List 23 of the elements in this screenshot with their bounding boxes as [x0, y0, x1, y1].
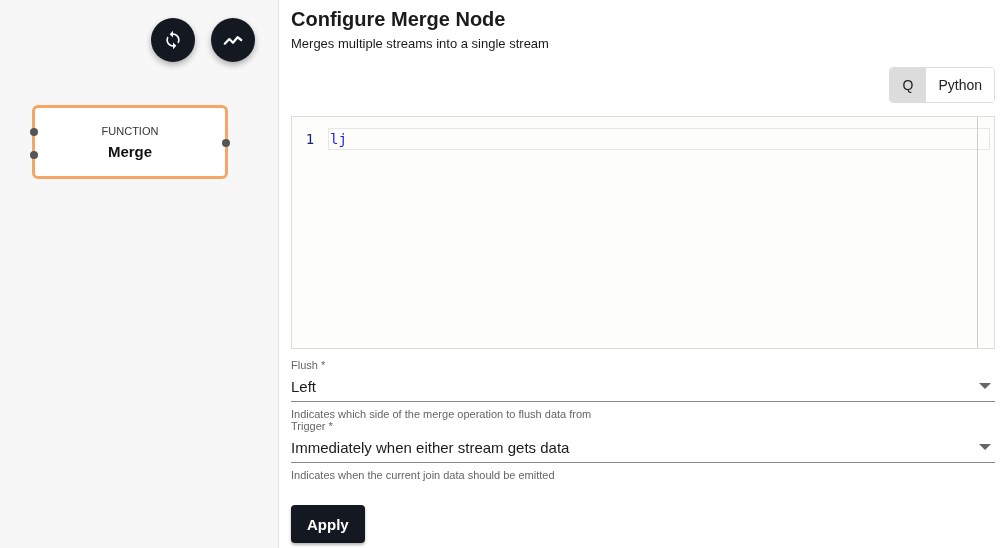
field-label: Trigger * — [291, 420, 334, 432]
helper-text: Indicates which side of the merge operation to flush data from — [291, 408, 593, 420]
line-number: 1 — [304, 131, 316, 147]
refresh-icon — [163, 30, 183, 50]
select-field[interactable]: Immediately when either stream gets data — [291, 432, 995, 463]
input-port[interactable] — [30, 128, 38, 136]
select-field[interactable]: Left — [291, 371, 995, 402]
language-toggle[interactable]: Q — [889, 68, 927, 102]
output-port[interactable] — [222, 139, 230, 147]
refresh-button[interactable] — [151, 18, 195, 62]
code-editor[interactable]: 1 lj — [291, 116, 995, 349]
chart-button[interactable] — [211, 18, 255, 62]
node-name: Merge — [107, 142, 153, 160]
helper-text: Indicates when the current join data should be emitted — [291, 469, 556, 481]
node-type: FUNCTION — [101, 124, 159, 137]
dropdown-caret-icon — [979, 383, 991, 389]
dropdown-caret-icon — [979, 444, 991, 450]
input-port[interactable] — [30, 151, 38, 159]
panel-subtitle: Merges multiple streams into a single stream — [291, 36, 550, 51]
panel-title: Configure Merge Node — [291, 7, 507, 32]
merge-node[interactable]: FUNCTION Merge — [32, 105, 228, 179]
field-label: Flush * — [291, 359, 327, 371]
apply-button[interactable]: Apply — [291, 505, 365, 543]
